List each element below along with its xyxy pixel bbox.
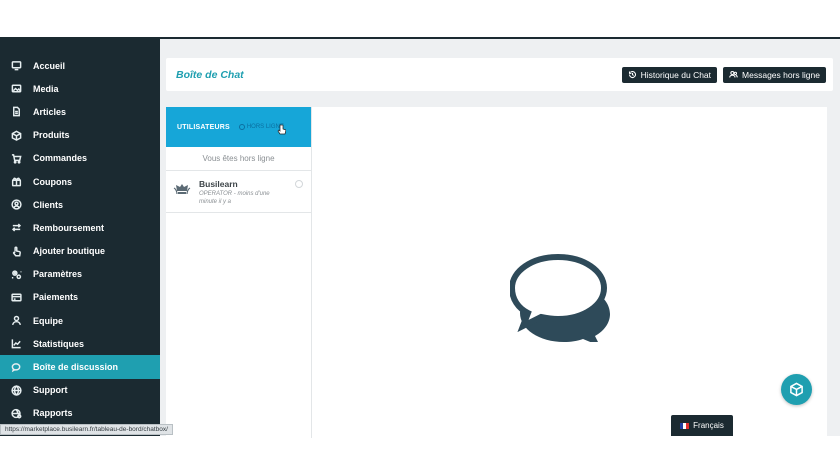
package-fab-button[interactable] <box>781 374 812 405</box>
language-label: Français <box>693 421 724 430</box>
gift-icon <box>10 176 22 188</box>
line-chart-icon <box>10 338 22 350</box>
sidebar-item-statistiques[interactable]: Statistiques <box>0 332 160 355</box>
sidebar-item-remboursement[interactable]: Remboursement <box>0 216 160 239</box>
cart-icon <box>10 152 22 164</box>
globe-gear-icon <box>10 407 22 419</box>
sidebar-item-accueil[interactable]: Accueil <box>0 54 160 77</box>
sidebar-item-equipe[interactable]: Equipe <box>0 309 160 332</box>
offline-status-message: Vous êtes hors ligne <box>166 147 311 171</box>
offline-dot-icon <box>238 124 245 130</box>
hand-pointer-icon <box>10 245 22 257</box>
chat-history-button[interactable]: Historique du Chat <box>621 66 718 83</box>
monitor-icon <box>10 60 22 72</box>
sidebar-item-label: Remboursement <box>33 222 105 233</box>
chat-bubbles-icon <box>510 254 610 342</box>
sidebar-item-label: Media <box>33 83 59 94</box>
user-circle-icon <box>10 199 22 211</box>
sidebar-item-paiements[interactable]: Paiements <box>0 286 160 309</box>
user-name: Busilearn <box>199 179 238 189</box>
sidebar-item-label: Coupons <box>33 176 72 187</box>
sidebar-item-clients[interactable]: Clients <box>0 193 160 216</box>
sidebar-item-label: Produits <box>33 130 70 141</box>
page-header: Boîte de Chat Historique du Chat Message… <box>166 58 833 91</box>
sidebar-item-label: Paiements <box>33 292 79 303</box>
chat-container: UTILISATEURS HORS LIGNE Vous êtes hors l… <box>166 107 827 438</box>
sidebar-item-boite-de-discussion[interactable]: Boîte de discussion <box>0 355 160 379</box>
sidebar-item-label: Ajouter boutique <box>33 246 105 257</box>
main-content: Boîte de Chat Historique du Chat Message… <box>160 39 840 438</box>
france-flag-icon <box>680 422 690 429</box>
document-icon <box>10 106 22 118</box>
sidebar-item-commandes[interactable]: Commandes <box>0 147 160 170</box>
sidebar-item-label: Statistiques <box>33 338 85 349</box>
sidebar-item-label: Articles <box>33 106 67 117</box>
user-meta: OPERATOR - moins d'une minute il y a <box>199 191 270 205</box>
screen: Accueil Media Articles Produits Commandes Cou… <box>0 0 840 472</box>
history-icon <box>628 71 636 79</box>
users-panel-header: UTILISATEURS HORS LIGNE <box>166 107 311 147</box>
conversation-area <box>312 107 827 438</box>
image-icon <box>10 83 22 95</box>
user-list-item[interactable]: Busilearn OPERATOR - moins d'une minute … <box>166 171 311 213</box>
status-url-bar: https://marketplace.busilearn.fr/tableau… <box>0 424 173 435</box>
user-info: Busilearn OPERATOR - moins d'une minute … <box>199 179 279 206</box>
language-switcher[interactable]: Français <box>671 415 733 436</box>
sidebar-item-label: Commandes <box>33 153 88 164</box>
globe-icon <box>10 384 22 396</box>
cube-icon <box>790 382 803 397</box>
tab-users[interactable]: UTILISATEURS <box>177 124 230 131</box>
sidebar-item-media[interactable]: Media <box>0 77 160 100</box>
app-window: Accueil Media Articles Produits Commandes Cou… <box>0 37 840 438</box>
gears-icon <box>10 268 22 280</box>
avatar <box>173 184 191 195</box>
sidebar-item-label: Paramètres <box>33 269 83 280</box>
offline-messages-label: Messages hors ligne <box>742 69 820 80</box>
sidebar-item-articles[interactable]: Articles <box>0 100 160 123</box>
chat-icon <box>10 361 22 373</box>
sidebar-item-rapports[interactable]: Rapports <box>0 402 160 425</box>
sidebar-item-label: Boîte de discussion <box>33 362 119 373</box>
sidebar-item-label: Support <box>33 385 68 396</box>
credit-card-icon <box>10 291 22 303</box>
sidebar-item-label: Clients <box>33 199 64 210</box>
box-icon <box>10 129 22 141</box>
chat-history-label: Historique du Chat <box>640 69 712 80</box>
mouse-pointer-icon <box>277 124 286 135</box>
sidebar-item-support[interactable]: Support <box>0 379 160 402</box>
sidebar: Accueil Media Articles Produits Commandes Cou… <box>0 39 160 436</box>
page-title: Boîte de Chat <box>176 68 244 81</box>
users-panel: UTILISATEURS HORS LIGNE Vous êtes hors l… <box>166 107 312 438</box>
offline-messages-button[interactable]: Messages hors ligne <box>723 66 826 83</box>
sidebar-item-coupons[interactable]: Coupons <box>0 170 160 193</box>
user-icon <box>10 315 22 327</box>
refund-arrows-icon <box>10 222 22 234</box>
sidebar-item-produits[interactable]: Produits <box>0 124 160 147</box>
users-icon <box>729 70 738 78</box>
sidebar-item-ajouter-boutique[interactable]: Ajouter boutique <box>0 240 160 263</box>
check-circle-icon <box>295 180 303 188</box>
sidebar-item-label: Rapports <box>33 408 73 419</box>
sidebar-item-label: Equipe <box>33 315 64 326</box>
sidebar-item-label: Accueil <box>33 60 66 71</box>
sidebar-item-parametres[interactable]: Paramètres <box>0 263 160 286</box>
